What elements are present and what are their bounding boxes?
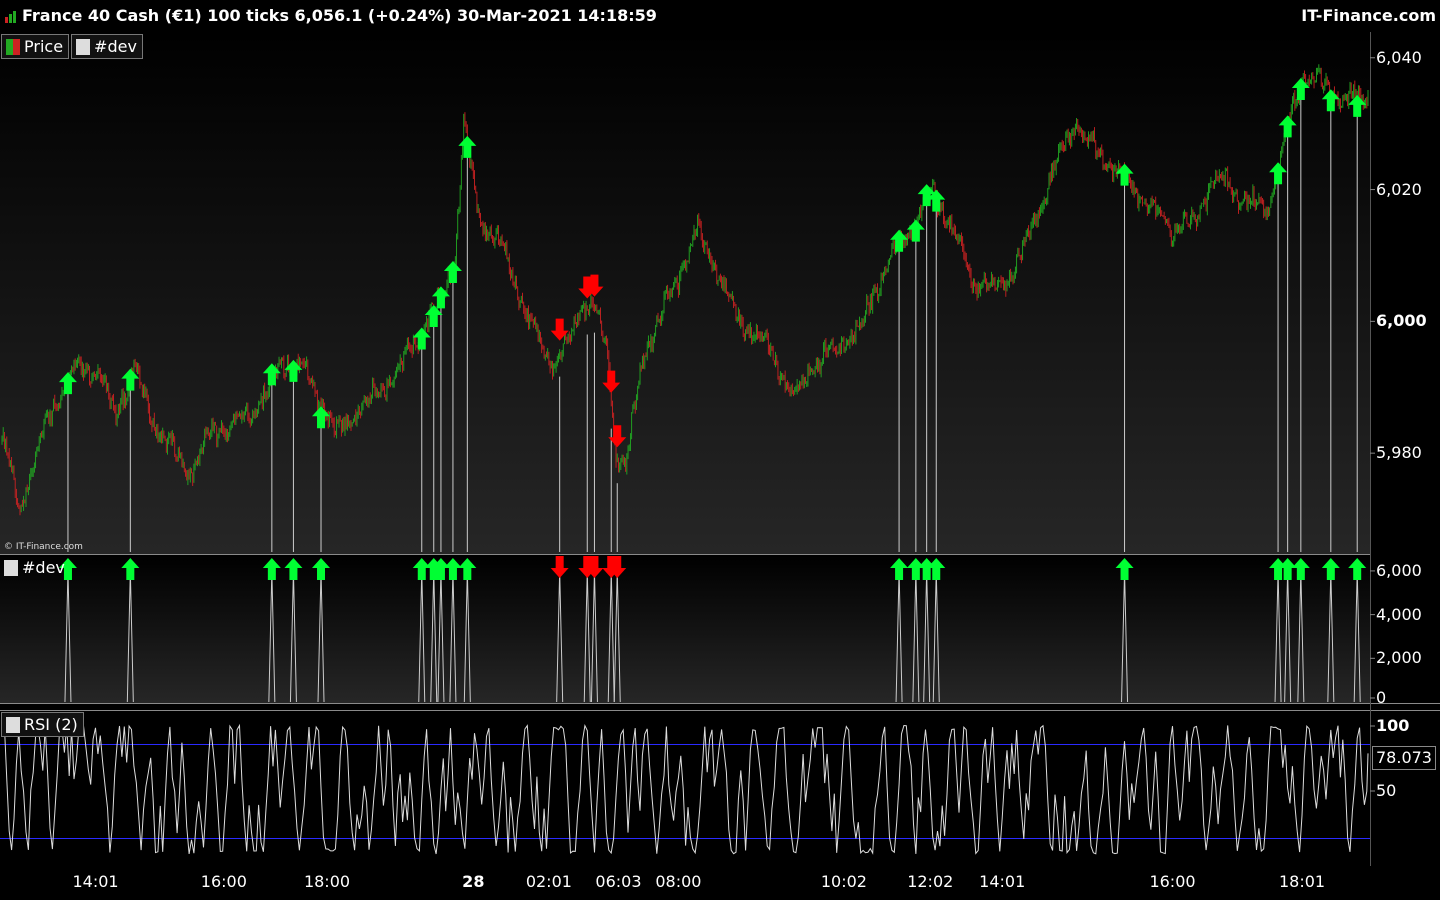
rsi-legend-item[interactable]: RSI (2) xyxy=(1,712,84,737)
time-axis-label: 28 xyxy=(462,872,485,891)
time-axis-label: 12:02 xyxy=(907,872,954,891)
brand-label[interactable]: IT-Finance.com xyxy=(1301,6,1436,25)
price-y-label: 6,000 xyxy=(1376,311,1427,331)
dev-y-label: 4,000 xyxy=(1376,604,1422,624)
time-axis[interactable]: 14:01 16:00 18:00 28 02:01 06:03 08:00 10:02 12:… xyxy=(0,866,1370,900)
time-axis-label: 06:03 xyxy=(595,872,642,891)
price-y-label: 5,980 xyxy=(1376,443,1422,463)
chart-title: France 40 Cash (€1) 100 ticks 6,056.1 (+… xyxy=(22,6,657,25)
dev-swatch-icon xyxy=(76,38,91,55)
dev-legend-item[interactable]: #dev xyxy=(71,34,143,59)
title-bar: France 40 Cash (€1) 100 ticks 6,056.1 (+… xyxy=(0,0,1440,32)
rsi-legend-label: RSI (2) xyxy=(24,715,78,734)
time-axis-label: 10:02 xyxy=(820,872,867,891)
rsi-current-value: 78.073 xyxy=(1372,746,1436,770)
dev-panel-bg xyxy=(0,555,1370,703)
time-axis-label: 18:01 xyxy=(1278,872,1326,891)
time-axis-label: 14:01 xyxy=(979,872,1026,891)
price-panel-bg xyxy=(0,32,1370,554)
time-axis-label: 16:00 xyxy=(1149,872,1196,891)
dev-y-label: 0 xyxy=(1376,688,1387,707)
dev-panel-swatch-icon xyxy=(4,559,18,576)
price-swatch-icon xyxy=(6,38,20,55)
time-axis-label: 02:01 xyxy=(525,872,572,891)
dev-panel-legend[interactable]: #dev xyxy=(4,558,65,577)
dev-panel-legend-label: #dev xyxy=(22,558,65,577)
copyright-label: © IT-Finance.com xyxy=(4,542,83,552)
rsi-swatch-icon xyxy=(6,716,20,733)
time-axis-label: 08:00 xyxy=(655,872,702,891)
price-y-label: 6,020 xyxy=(1376,179,1422,199)
time-axis-label: 14:01 xyxy=(72,872,119,891)
price-legend[interactable]: Price #dev xyxy=(1,34,143,59)
bar-chart-icon xyxy=(5,11,16,23)
price-legend-label: Price xyxy=(24,37,64,56)
time-axis-label: 16:00 xyxy=(200,872,247,891)
price-y-label: 6,040 xyxy=(1376,47,1422,67)
chart-area[interactable] xyxy=(0,32,1440,866)
rsi-y-label: 100 xyxy=(1376,716,1410,735)
price-legend-item[interactable]: Price xyxy=(1,34,70,59)
dev-y-label: 6,000 xyxy=(1376,560,1422,580)
dev-legend-label: #dev xyxy=(94,37,137,56)
time-axis-label: 18:00 xyxy=(303,872,351,891)
rsi-y-label: 50 xyxy=(1376,781,1397,800)
dev-y-label: 2,000 xyxy=(1376,648,1422,668)
rsi-legend[interactable]: RSI (2) xyxy=(1,712,84,737)
